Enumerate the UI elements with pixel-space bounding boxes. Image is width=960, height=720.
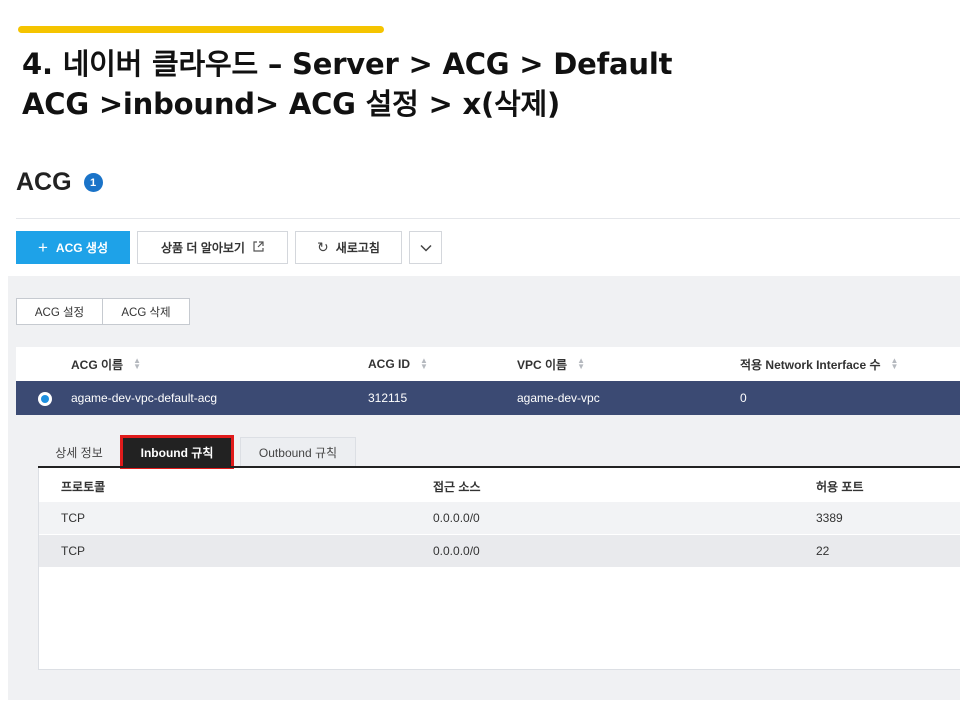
slide-title-line-1: 4. 네이버 클라우드 – Server > ACG > Default <box>22 47 673 81</box>
detail-tabs: 상세 정보 Inbound 규칙 Outbound 규칙 <box>38 435 356 469</box>
column-acg-name[interactable]: ACG 이름 ▲ ▼ <box>71 347 141 381</box>
external-link-icon <box>253 240 264 255</box>
learn-more-label: 상품 더 알아보기 <box>161 241 245 255</box>
column-vpc-name[interactable]: VPC 이름 ▲ ▼ <box>517 347 585 381</box>
tab-detail-info[interactable]: 상세 정보 <box>38 437 120 467</box>
cell-port: 3389 <box>816 511 843 525</box>
action-buttons: ACG 설정 ACG 삭제 <box>16 298 190 325</box>
table-row[interactable]: agame-dev-vpc-default-acg 312115 agame-d… <box>16 381 960 415</box>
column-source: 접근 소스 <box>433 479 481 494</box>
plus-icon: + <box>37 237 48 257</box>
cell-acg-name: agame-dev-vpc-default-acg <box>71 391 218 405</box>
rules-table-header: 프로토콜 접근 소스 허용 포트 <box>39 470 960 502</box>
toolbar: + ACG 생성 상품 더 알아보기 ↻ 새로고침 <box>16 231 449 264</box>
cell-protocol: TCP <box>61 544 85 558</box>
column-interface-count[interactable]: 적용 Network Interface 수 ▲ ▼ <box>740 347 898 381</box>
column-protocol: 프로토콜 <box>61 479 106 494</box>
acg-table-header: ACG 이름 ▲ ▼ ACG ID ▲ ▼ VPC 이름 ▲ ▼ 적용 Network… <box>16 347 960 381</box>
column-label: 적용 Network Interface 수 <box>740 357 881 372</box>
sort-icon: ▲ ▼ <box>420 356 428 371</box>
column-label: ACG ID <box>368 357 410 371</box>
row-radio-selected[interactable] <box>38 392 52 406</box>
table-row: TCP 0.0.0.0/0 3389 <box>39 502 960 534</box>
sort-icon: ▲ ▼ <box>133 356 142 371</box>
acg-settings-button[interactable]: ACG 설정 <box>16 298 103 325</box>
more-dropdown-button[interactable] <box>409 231 442 264</box>
cell-interface-count: 0 <box>740 391 747 405</box>
acg-delete-button[interactable]: ACG 삭제 <box>103 298 190 325</box>
acg-header: ACG 1 <box>16 168 103 197</box>
slide-title: 4. 네이버 클라우드 – Server > ACG > Default ACG… <box>22 44 922 124</box>
title-accent-bar <box>18 26 384 33</box>
cell-source: 0.0.0.0/0 <box>433 511 480 525</box>
cell-vpc-name: agame-dev-vpc <box>517 391 600 405</box>
slide-title-line-2: ACG >inbound> ACG 설정 > x(삭제) <box>22 87 561 121</box>
column-acg-id[interactable]: ACG ID ▲ ▼ <box>368 347 428 381</box>
refresh-button[interactable]: ↻ 새로고침 <box>295 231 402 264</box>
refresh-icon: ↻ <box>317 239 329 255</box>
column-label: VPC 이름 <box>517 357 568 372</box>
create-acg-button[interactable]: + ACG 생성 <box>16 231 130 264</box>
column-port: 허용 포트 <box>816 479 864 494</box>
tab-underline <box>38 466 960 468</box>
tab-outbound-rules[interactable]: Outbound 규칙 <box>240 437 356 467</box>
header-divider <box>16 218 960 219</box>
column-label: ACG 이름 <box>71 357 124 372</box>
table-row: TCP 0.0.0.0/0 22 <box>39 535 960 567</box>
cell-acg-id: 312115 <box>368 391 408 405</box>
cell-port: 22 <box>816 544 830 558</box>
create-acg-label: ACG 생성 <box>55 241 109 255</box>
count-badge: 1 <box>83 173 103 192</box>
sort-icon: ▲ ▼ <box>577 356 586 371</box>
cell-protocol: TCP <box>61 511 85 525</box>
page-title: ACG <box>16 168 72 196</box>
cell-source: 0.0.0.0/0 <box>433 544 480 558</box>
sort-icon: ▲ ▼ <box>890 356 899 371</box>
learn-more-button[interactable]: 상품 더 알아보기 <box>137 231 288 264</box>
tab-inbound-rules[interactable]: Inbound 규칙 <box>120 435 234 469</box>
refresh-label: 새로고침 <box>335 241 380 255</box>
chevron-down-icon <box>419 241 432 255</box>
